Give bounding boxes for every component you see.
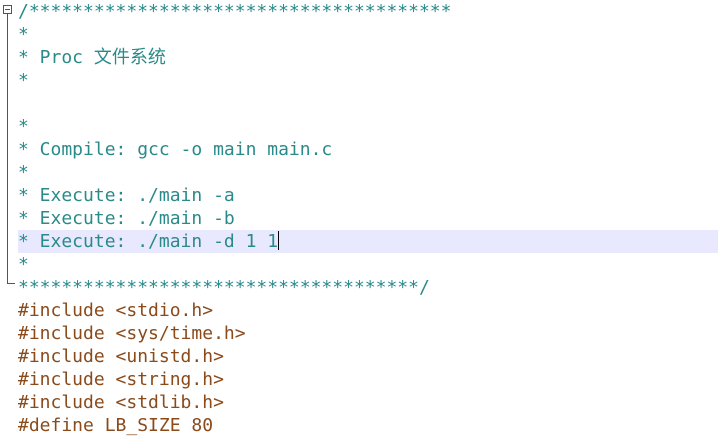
- fold-gutter: [0, 0, 16, 448]
- code-line-16: #include <unistd.h>: [18, 346, 224, 367]
- fold-collapse-icon[interactable]: [3, 5, 12, 14]
- code-line-7: * Compile: gcc -o main main.c: [18, 139, 333, 160]
- current-line-text: * Execute: ./main -d 1 1: [18, 231, 279, 252]
- text-caret: [278, 231, 280, 250]
- code-line-11-current[interactable]: * Execute: ./main -d 1 1: [18, 230, 718, 253]
- code-line-8: *: [18, 162, 29, 183]
- fold-range-end: [7, 283, 15, 284]
- code-line-12: *: [18, 254, 29, 275]
- code-line-6: *: [18, 116, 29, 137]
- code-line-19: #define LB_SIZE 80: [18, 415, 214, 436]
- code-line-9: * Execute: ./main -a: [18, 185, 235, 206]
- code-line-17: #include <string.h>: [18, 369, 224, 390]
- code-line-3: * Proc 文件系统: [18, 47, 166, 68]
- code-line-10: * Execute: ./main -b: [18, 208, 235, 229]
- code-line-15: #include <sys/time.h>: [18, 323, 246, 344]
- code-line-1: /***************************************: [18, 1, 452, 22]
- code-line-2: *: [18, 24, 29, 45]
- code-line-4: *: [18, 70, 29, 91]
- code-line-13: *************************************/: [18, 277, 430, 298]
- code-line-14: #include <stdio.h>: [18, 300, 214, 321]
- code-line-18: #include <stdlib.h>: [18, 392, 224, 413]
- fold-range-line: [7, 14, 8, 284]
